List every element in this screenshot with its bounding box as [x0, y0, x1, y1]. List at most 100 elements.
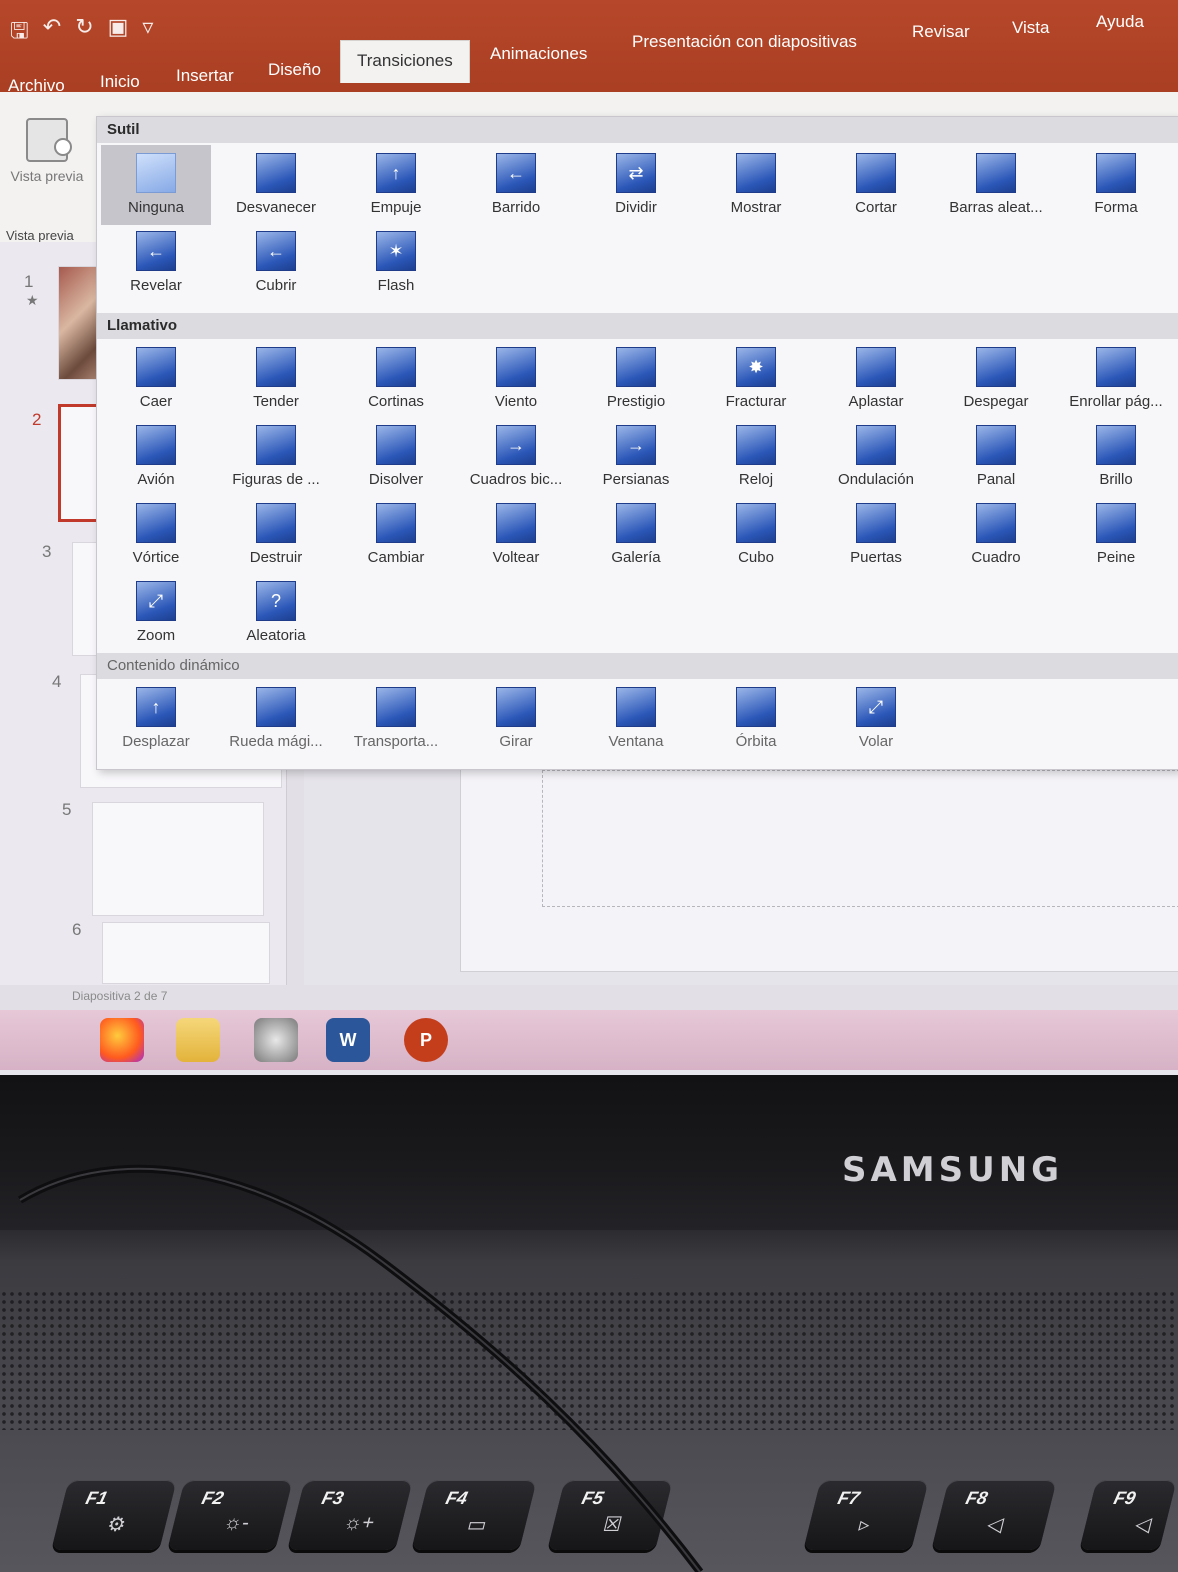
- transition-option[interactable]: Galería: [581, 495, 691, 575]
- transition-option-label: Órbita: [735, 733, 777, 750]
- transition-option[interactable]: Vórtice: [101, 495, 211, 575]
- transition-option[interactable]: Viento: [461, 339, 571, 419]
- transition-option[interactable]: Puertas: [821, 495, 931, 575]
- photos-icon[interactable]: [254, 1018, 298, 1062]
- transition-option[interactable]: Despegar: [941, 339, 1051, 419]
- transition-option[interactable]: Ondulación: [821, 417, 931, 497]
- transition-option[interactable]: ↑ Desplazar: [101, 679, 211, 759]
- tab-diseno[interactable]: Diseño: [268, 60, 321, 80]
- transition-option[interactable]: Disolver: [341, 417, 451, 497]
- transition-option[interactable]: → Persianas: [581, 417, 691, 497]
- transition-thumbnail-icon: ←: [136, 231, 176, 271]
- powerpoint-icon[interactable]: P: [404, 1018, 448, 1062]
- transition-thumbnail-icon: [616, 347, 656, 387]
- transition-option[interactable]: Figuras de ...: [221, 417, 331, 497]
- transition-option-label: Aplastar: [848, 393, 904, 410]
- transition-option-label: Cubo: [738, 549, 774, 566]
- tab-vista[interactable]: Vista: [1012, 18, 1050, 38]
- transition-option[interactable]: ← Barrido: [461, 145, 571, 225]
- transition-option[interactable]: ↑ Empuje: [341, 145, 451, 225]
- transition-option[interactable]: Voltear: [461, 495, 571, 575]
- function-key[interactable]: F1 ⚙: [51, 1480, 177, 1550]
- transition-option-label: Enrollar pág...: [1069, 393, 1163, 410]
- transition-option-label: Aleatoria: [246, 627, 306, 644]
- transition-option[interactable]: Prestigio: [581, 339, 691, 419]
- transition-option[interactable]: Peine: [1061, 495, 1171, 575]
- function-key[interactable]: F8 ◁: [931, 1480, 1057, 1550]
- transition-thumbnail-icon: ←: [256, 231, 296, 271]
- firefox-icon[interactable]: [100, 1018, 144, 1062]
- transition-thumbnail-icon: [256, 347, 296, 387]
- transition-option[interactable]: Aplastar: [821, 339, 931, 419]
- transition-option[interactable]: ← Cubrir: [221, 223, 331, 303]
- gallery-section-header: Contenido dinámico: [97, 653, 1178, 679]
- transition-option[interactable]: Forma: [1061, 145, 1171, 225]
- transition-thumbnail-icon: [136, 153, 176, 193]
- tab-presentacion[interactable]: Presentación con diapositivas: [632, 32, 857, 52]
- transition-option[interactable]: ⤢ Volar: [821, 679, 931, 759]
- transition-thumbnail-icon: [376, 503, 416, 543]
- transition-option[interactable]: Cubo: [701, 495, 811, 575]
- function-key[interactable]: F7 ▹: [803, 1480, 929, 1550]
- transition-thumbnail-icon: [256, 687, 296, 727]
- transition-option[interactable]: Transporta...: [341, 679, 451, 759]
- transition-option[interactable]: Tender: [221, 339, 331, 419]
- transition-option[interactable]: Órbita: [701, 679, 811, 759]
- transition-option[interactable]: ⇄ Dividir: [581, 145, 691, 225]
- transition-option-label: Mostrar: [730, 199, 782, 216]
- transition-option[interactable]: ✸ Fracturar: [701, 339, 811, 419]
- function-key[interactable]: F4 ▭: [411, 1480, 537, 1550]
- function-key[interactable]: F5 ☒: [547, 1480, 673, 1550]
- word-icon[interactable]: W: [326, 1018, 370, 1062]
- transition-option[interactable]: Desvanecer: [221, 145, 331, 225]
- transition-option[interactable]: ⤢ Zoom: [101, 573, 211, 653]
- transition-option[interactable]: Reloj: [701, 417, 811, 497]
- transition-option[interactable]: Cambiar: [341, 495, 451, 575]
- transition-option[interactable]: Panal: [941, 417, 1051, 497]
- transition-option[interactable]: ✶ Flash: [341, 223, 451, 303]
- slide-thumbnail-5[interactable]: [92, 802, 264, 916]
- tab-insertar[interactable]: Insertar: [176, 66, 234, 86]
- transition-option[interactable]: Mostrar: [701, 145, 811, 225]
- transition-option[interactable]: Avión: [101, 417, 211, 497]
- transition-option[interactable]: Cortar: [821, 145, 931, 225]
- transition-option[interactable]: ← Revelar: [101, 223, 211, 303]
- transition-option[interactable]: Cuadro: [941, 495, 1051, 575]
- transition-option[interactable]: ? Aleatoria: [221, 573, 331, 653]
- transition-option-label: Revelar: [130, 277, 182, 294]
- transition-option-label: Panal: [976, 471, 1016, 488]
- transition-option[interactable]: Ninguna: [101, 145, 211, 225]
- transition-option[interactable]: Ventana: [581, 679, 691, 759]
- transition-option[interactable]: Brillo: [1061, 417, 1171, 497]
- function-key-symbol-icon: ▭: [464, 1514, 490, 1536]
- transition-thumbnail-icon: [736, 425, 776, 465]
- transition-option[interactable]: Rueda mági...: [221, 679, 331, 759]
- tab-animaciones[interactable]: Animaciones: [490, 44, 587, 64]
- function-key-symbol-icon: ⚙: [104, 1514, 129, 1536]
- function-key[interactable]: F9 ◁: [1079, 1480, 1177, 1550]
- transition-option[interactable]: Enrollar pág...: [1061, 339, 1171, 419]
- transition-option[interactable]: Girar: [461, 679, 571, 759]
- tab-revisar[interactable]: Revisar: [912, 22, 970, 42]
- transition-option[interactable]: Cortinas: [341, 339, 451, 419]
- tab-ayuda[interactable]: Ayuda: [1096, 12, 1144, 32]
- presenter-icon[interactable]: ▣: [108, 14, 129, 52]
- tab-inicio[interactable]: Inicio: [100, 72, 140, 92]
- transition-option[interactable]: → Cuadros bic...: [461, 417, 571, 497]
- transition-option[interactable]: Destruir: [221, 495, 331, 575]
- slide-thumbnail-6[interactable]: [102, 922, 270, 984]
- tab-transiciones[interactable]: Transiciones: [340, 40, 470, 83]
- content-placeholder[interactable]: [542, 770, 1178, 907]
- transition-option[interactable]: Barras aleat...: [941, 145, 1051, 225]
- function-key[interactable]: F2 ☼-: [167, 1480, 293, 1550]
- quick-access-toolbar: 🖫 ↶ ↻ ▣ ▿: [10, 14, 153, 52]
- slide-number: 5: [62, 800, 72, 819]
- customize-qat-icon[interactable]: ▿: [142, 14, 153, 52]
- save-icon[interactable]: 🖫: [10, 14, 29, 52]
- transition-option[interactable]: Caer: [101, 339, 211, 419]
- preview-button[interactable]: Vista previa: [6, 118, 88, 184]
- file-explorer-icon[interactable]: [176, 1018, 220, 1062]
- function-key[interactable]: F3 ☼+: [287, 1480, 413, 1550]
- undo-icon[interactable]: ↶: [43, 14, 61, 52]
- redo-icon[interactable]: ↻: [75, 14, 93, 52]
